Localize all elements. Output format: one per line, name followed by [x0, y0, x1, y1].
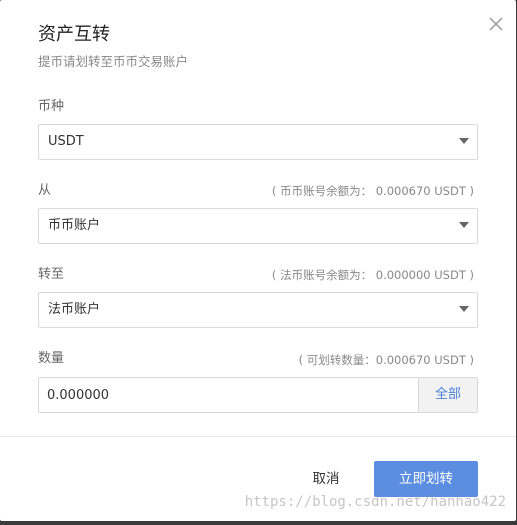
amount-input[interactable]: [39, 378, 417, 412]
to-account-select[interactable]: 法币账户: [38, 292, 478, 328]
cancel-button[interactable]: 取消: [298, 462, 354, 496]
amount-field: 全部: [38, 377, 478, 413]
transferable-amount-hint: ( 可划转数量：0.000670 USDT ): [298, 353, 474, 367]
currency-select-value: USDT: [48, 134, 84, 149]
currency-select[interactable]: USDT: [38, 124, 478, 160]
close-icon[interactable]: [486, 14, 506, 34]
dialog-subtitle: 提币请划转至币币交易账户: [38, 54, 189, 69]
from-balance-hint: ( 币币账号余额为： 0.000670 USDT ): [271, 184, 474, 198]
all-button[interactable]: 全部: [418, 378, 477, 412]
transfer-dialog: 资产互转 提币请划转至币币交易账户 币种 USDT 从 ( 币币账号余额为： 0…: [0, 0, 516, 521]
confirm-transfer-button[interactable]: 立即划转: [374, 461, 478, 497]
from-account-value: 币币账户: [48, 218, 101, 233]
to-account-value: 法币账户: [48, 302, 101, 317]
watermark: https://blog.csdn.net/hanhao422: [244, 494, 506, 510]
to-label: 转至: [38, 267, 65, 282]
chevron-down-icon: [459, 222, 469, 228]
to-balance-hint: ( 法币账号余额为： 0.000000 USDT ): [271, 268, 474, 282]
currency-label: 币种: [38, 99, 65, 114]
dialog-title: 资产互转: [38, 24, 110, 45]
from-account-select[interactable]: 币币账户: [38, 208, 478, 244]
chevron-down-icon: [459, 138, 469, 144]
amount-label: 数量: [38, 351, 65, 366]
footer-divider: [0, 436, 516, 437]
from-label: 从: [38, 183, 52, 198]
chevron-down-icon: [459, 306, 469, 312]
